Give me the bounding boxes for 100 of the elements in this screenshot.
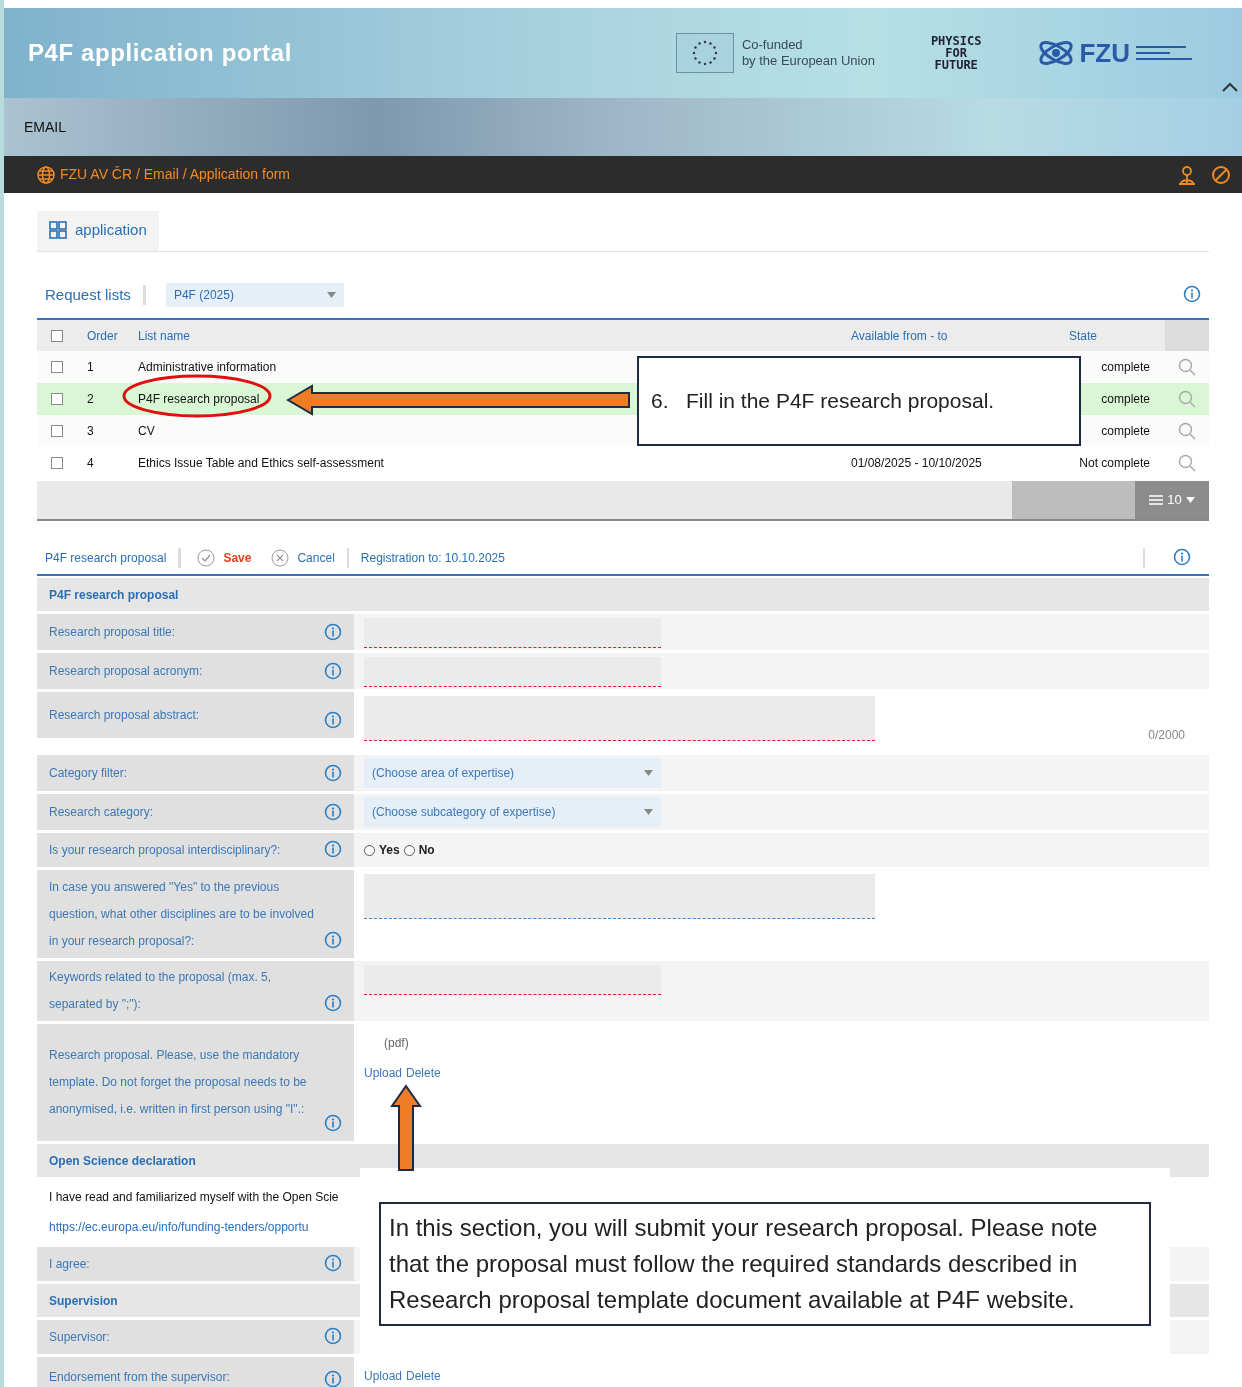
table-cell: CV <box>138 424 155 438</box>
table-cell: 4 <box>87 456 94 470</box>
physics-logo-text: FOR <box>945 47 967 59</box>
row-checkbox[interactable] <box>51 425 63 437</box>
collapse-chevron-icon[interactable] <box>1222 82 1238 92</box>
table-cell: 01/08/2025 - 10/10/2025 <box>851 456 982 470</box>
file-action-link[interactable]: Upload <box>364 1064 403 1082</box>
globe-icon <box>36 164 56 185</box>
fzu-logo-text: FZU <box>1079 36 1130 70</box>
registration-deadline: Registration to: 10.10.2025 <box>360 549 505 567</box>
table-cell: 2 <box>87 392 94 406</box>
text-input-field[interactable] <box>364 657 661 687</box>
request-lists-label: Request lists <box>45 284 131 305</box>
column-header: State <box>1069 327 1099 345</box>
cofunded-text: Co-funded <box>741 37 804 53</box>
info-icon[interactable] <box>324 623 342 641</box>
info-icon[interactable] <box>324 840 342 858</box>
table-cell: complete <box>1101 392 1150 406</box>
file-type-hint: (pdf) <box>384 1035 410 1052</box>
field-label: Endorsement from the supervisor: <box>49 1368 231 1386</box>
search-icon[interactable] <box>1178 390 1196 408</box>
logout-icon[interactable] <box>1210 163 1232 186</box>
character-counter: 0/2000 <box>1148 727 1185 744</box>
field-label: Research proposal. Please, use the mandatory template. Do not forget the proposal needs to be anonymised, i.e. written in first person using "I".: <box>49 1047 308 1118</box>
column-header: List name <box>138 327 192 345</box>
field-label: Research proposal acronym: <box>49 662 204 680</box>
column-header: Available from - to <box>851 327 949 345</box>
user-email: EMAIL <box>24 117 66 137</box>
section-title: P4F research proposal <box>49 586 179 604</box>
row-checkbox[interactable] <box>51 361 63 373</box>
table-cell: 3 <box>87 424 94 438</box>
row-checkbox[interactable] <box>51 393 63 405</box>
search-icon[interactable] <box>1178 358 1196 376</box>
table-cell: complete <box>1101 424 1150 438</box>
info-icon[interactable] <box>324 1114 342 1132</box>
save-button[interactable]: Save <box>197 548 252 567</box>
grid-icon <box>49 221 67 239</box>
cancel-button[interactable]: Cancel <box>271 548 335 567</box>
text-input-field[interactable] <box>364 965 661 995</box>
eu-flag-icon <box>675 33 734 73</box>
field-label: I agree: <box>49 1255 91 1273</box>
section-title: Open Science declaration <box>49 1152 196 1170</box>
row-checkbox[interactable] <box>51 457 63 469</box>
file-action-link[interactable]: Delete <box>406 1367 441 1385</box>
info-icon[interactable] <box>324 803 342 821</box>
info-icon[interactable] <box>324 662 342 680</box>
field-label: Category filter: <box>49 764 129 782</box>
institute-name-drawing <box>1134 43 1194 63</box>
info-icon[interactable] <box>324 994 342 1012</box>
dropdown-field[interactable]: (Choose area of expertise) <box>364 758 661 788</box>
declaration-link[interactable]: https://ec.europa.eu/info/funding-tenders/opportu <box>49 1218 309 1236</box>
list-select[interactable]: P4F (2025) <box>165 283 344 307</box>
check-circle-icon <box>197 548 216 567</box>
file-action-link[interactable]: Delete <box>406 1064 441 1082</box>
dropdown-caret-icon[interactable] <box>644 770 653 776</box>
info-icon[interactable] <box>1173 547 1193 568</box>
page-size-button[interactable]: 10 <box>1135 481 1209 519</box>
search-icon[interactable] <box>1178 422 1196 440</box>
text-input-field[interactable] <box>364 618 661 648</box>
physics-logo-text: PHYSICS <box>930 35 982 47</box>
dropdown-caret-icon[interactable] <box>644 809 653 815</box>
declaration-text: I have read and familiarized myself with the Open Scie <box>49 1189 339 1206</box>
field-label: Research proposal title: <box>49 623 177 641</box>
table-cell: Not complete <box>1079 456 1150 470</box>
dropdown-field[interactable]: (Choose subcategory of expertise) <box>364 797 661 827</box>
field-label: Research category: <box>49 803 155 821</box>
section-title: Supervision <box>49 1292 118 1310</box>
info-icon[interactable] <box>324 1370 342 1387</box>
column-header: Order <box>87 327 119 345</box>
file-action-link[interactable]: Upload <box>364 1367 403 1385</box>
physics-logo-text: FUTURE <box>934 59 978 71</box>
info-icon[interactable] <box>324 711 342 729</box>
dropdown-caret-icon[interactable] <box>326 292 336 298</box>
radio-option[interactable]: No <box>403 841 435 859</box>
textarea-field[interactable] <box>364 696 875 741</box>
table-cell: Administrative information <box>138 360 277 374</box>
info-icon[interactable] <box>324 1254 342 1272</box>
user-icon[interactable] <box>1176 163 1198 186</box>
table-cell: complete <box>1101 360 1150 374</box>
application-tab[interactable]: application <box>37 211 159 251</box>
portal-title: P4F application portal <box>28 38 292 68</box>
info-icon[interactable] <box>324 931 342 949</box>
select-all-checkbox[interactable] <box>51 329 63 342</box>
search-icon[interactable] <box>1178 454 1196 472</box>
field-label: Keywords related to the proposal (max. 5, separated by ";"): <box>49 969 273 1013</box>
field-label: Research proposal abstract: <box>49 706 201 724</box>
callout-text: In this section, you will submit your research proposal. Please note that the proposal must follow the required standards described in Research proposal template document available at P4F website. <box>389 1213 1099 1315</box>
callout-text: 6. Fill in the P4F research proposal. <box>651 388 995 415</box>
info-icon[interactable] <box>324 1327 342 1345</box>
close-circle-icon <box>271 548 290 567</box>
field-label: In case you answered "Yes" to the previous question, what other disciplines are to be involved in your research proposal?: <box>49 878 315 950</box>
cofunded-text: by the European Union <box>741 53 875 69</box>
textarea-field[interactable] <box>364 874 875 919</box>
info-icon[interactable] <box>324 764 342 782</box>
info-icon[interactable] <box>1183 285 1203 305</box>
table-cell: 1 <box>87 360 94 374</box>
list-icon <box>1149 495 1164 505</box>
radio-option[interactable]: Yes <box>364 841 400 859</box>
form-title: P4F research proposal <box>45 549 167 567</box>
caret-icon <box>1185 497 1195 503</box>
